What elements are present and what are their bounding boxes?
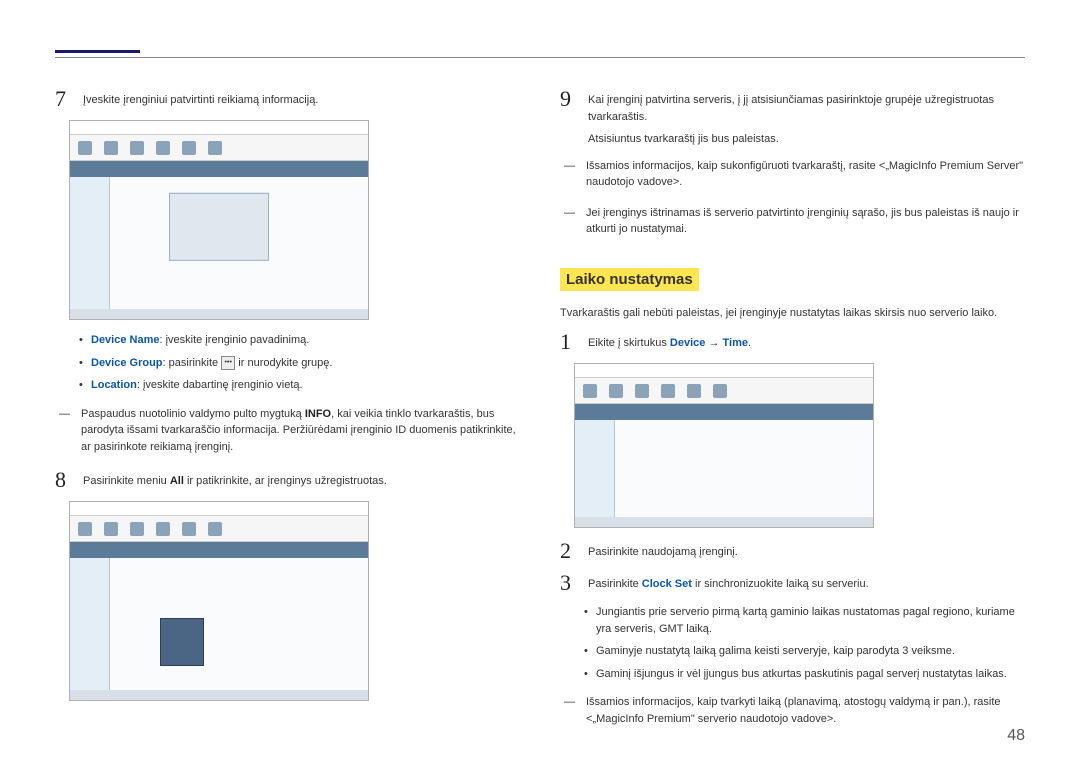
step3-note: ―Išsamios informacijos, kaip tvarkyti la… (564, 694, 1025, 727)
bullet-device-group: Device Group: pasirinkite ••• ir nurodyk… (79, 355, 520, 372)
screenshot-all-menu (69, 501, 369, 701)
step-7: 7 Įveskite įrenginiui patvirtinti reikia… (55, 88, 520, 110)
page-number: 48 (1007, 727, 1025, 745)
section-heading-time: Laiko nustatymas (560, 268, 699, 291)
ellipsis-button-icon: ••• (221, 356, 235, 370)
step3-bullets: Jungiantis prie serverio pirmą kartą gam… (584, 604, 1025, 682)
section-intro: Tvarkaraštis gali nebūti paleistas, jei … (560, 305, 1025, 322)
bullet-device-name: Device Name: įveskite įrenginio pavadini… (79, 332, 520, 349)
step-text: Pasirinkite Clock Set ir sinchronizuokit… (588, 572, 1025, 594)
step-number: 1 (560, 331, 576, 353)
bullet: Gaminį išjungus ir vėl įjungus bus atkur… (584, 666, 1025, 683)
step9-note2: ―Jei įrenginys ištrinamas iš serverio pa… (564, 205, 1025, 238)
step-text: Eikite į skirtukus Device → Time. (588, 331, 1025, 353)
step7-note: ― Paspaudus nuotolinio valdymo pulto myg… (59, 406, 520, 456)
bullet: Jungiantis prie serverio pirmą kartą gam… (584, 604, 1025, 637)
step-number: 9 (560, 88, 576, 148)
step-number: 3 (560, 572, 576, 594)
step-number: 8 (55, 469, 71, 491)
step-text: Įveskite įrenginiui patvirtinti reikiamą… (83, 88, 520, 110)
bullet-location: Location: įveskite dabartinę įrenginio v… (79, 377, 520, 394)
step-number: 2 (560, 540, 576, 562)
step-text: Kai įrenginį patvirtina serveris, į jį a… (588, 88, 1025, 148)
bullet: Gaminyje nustatytą laiką galima keisti s… (584, 643, 1025, 660)
step9-note1: ―Išsamios informacijos, kaip sukonfigūru… (564, 158, 1025, 191)
step-number: 7 (55, 88, 71, 110)
step-8: 8 Pasirinkite meniu All ir patikrinkite,… (55, 469, 520, 491)
left-column: 7 Įveskite įrenginiui patvirtinti reikia… (55, 88, 520, 741)
time-step-2: 2 Pasirinkite naudojamą įrenginį. (560, 540, 1025, 562)
right-column: 9 Kai įrenginį patvirtina serveris, į jį… (560, 88, 1025, 741)
screenshot-approval-dialog (69, 120, 369, 320)
step-9: 9 Kai įrenginį patvirtina serveris, į jį… (560, 88, 1025, 148)
step-text: Pasirinkite meniu All ir patikrinkite, a… (83, 469, 520, 491)
time-step-1: 1 Eikite į skirtukus Device → Time. (560, 331, 1025, 353)
step7-bullets: Device Name: įveskite įrenginio pavadini… (79, 332, 520, 394)
time-step-3: 3 Pasirinkite Clock Set ir sinchronizuok… (560, 572, 1025, 594)
step-text: Pasirinkite naudojamą įrenginį. (588, 540, 1025, 562)
screenshot-device-time (574, 363, 874, 528)
